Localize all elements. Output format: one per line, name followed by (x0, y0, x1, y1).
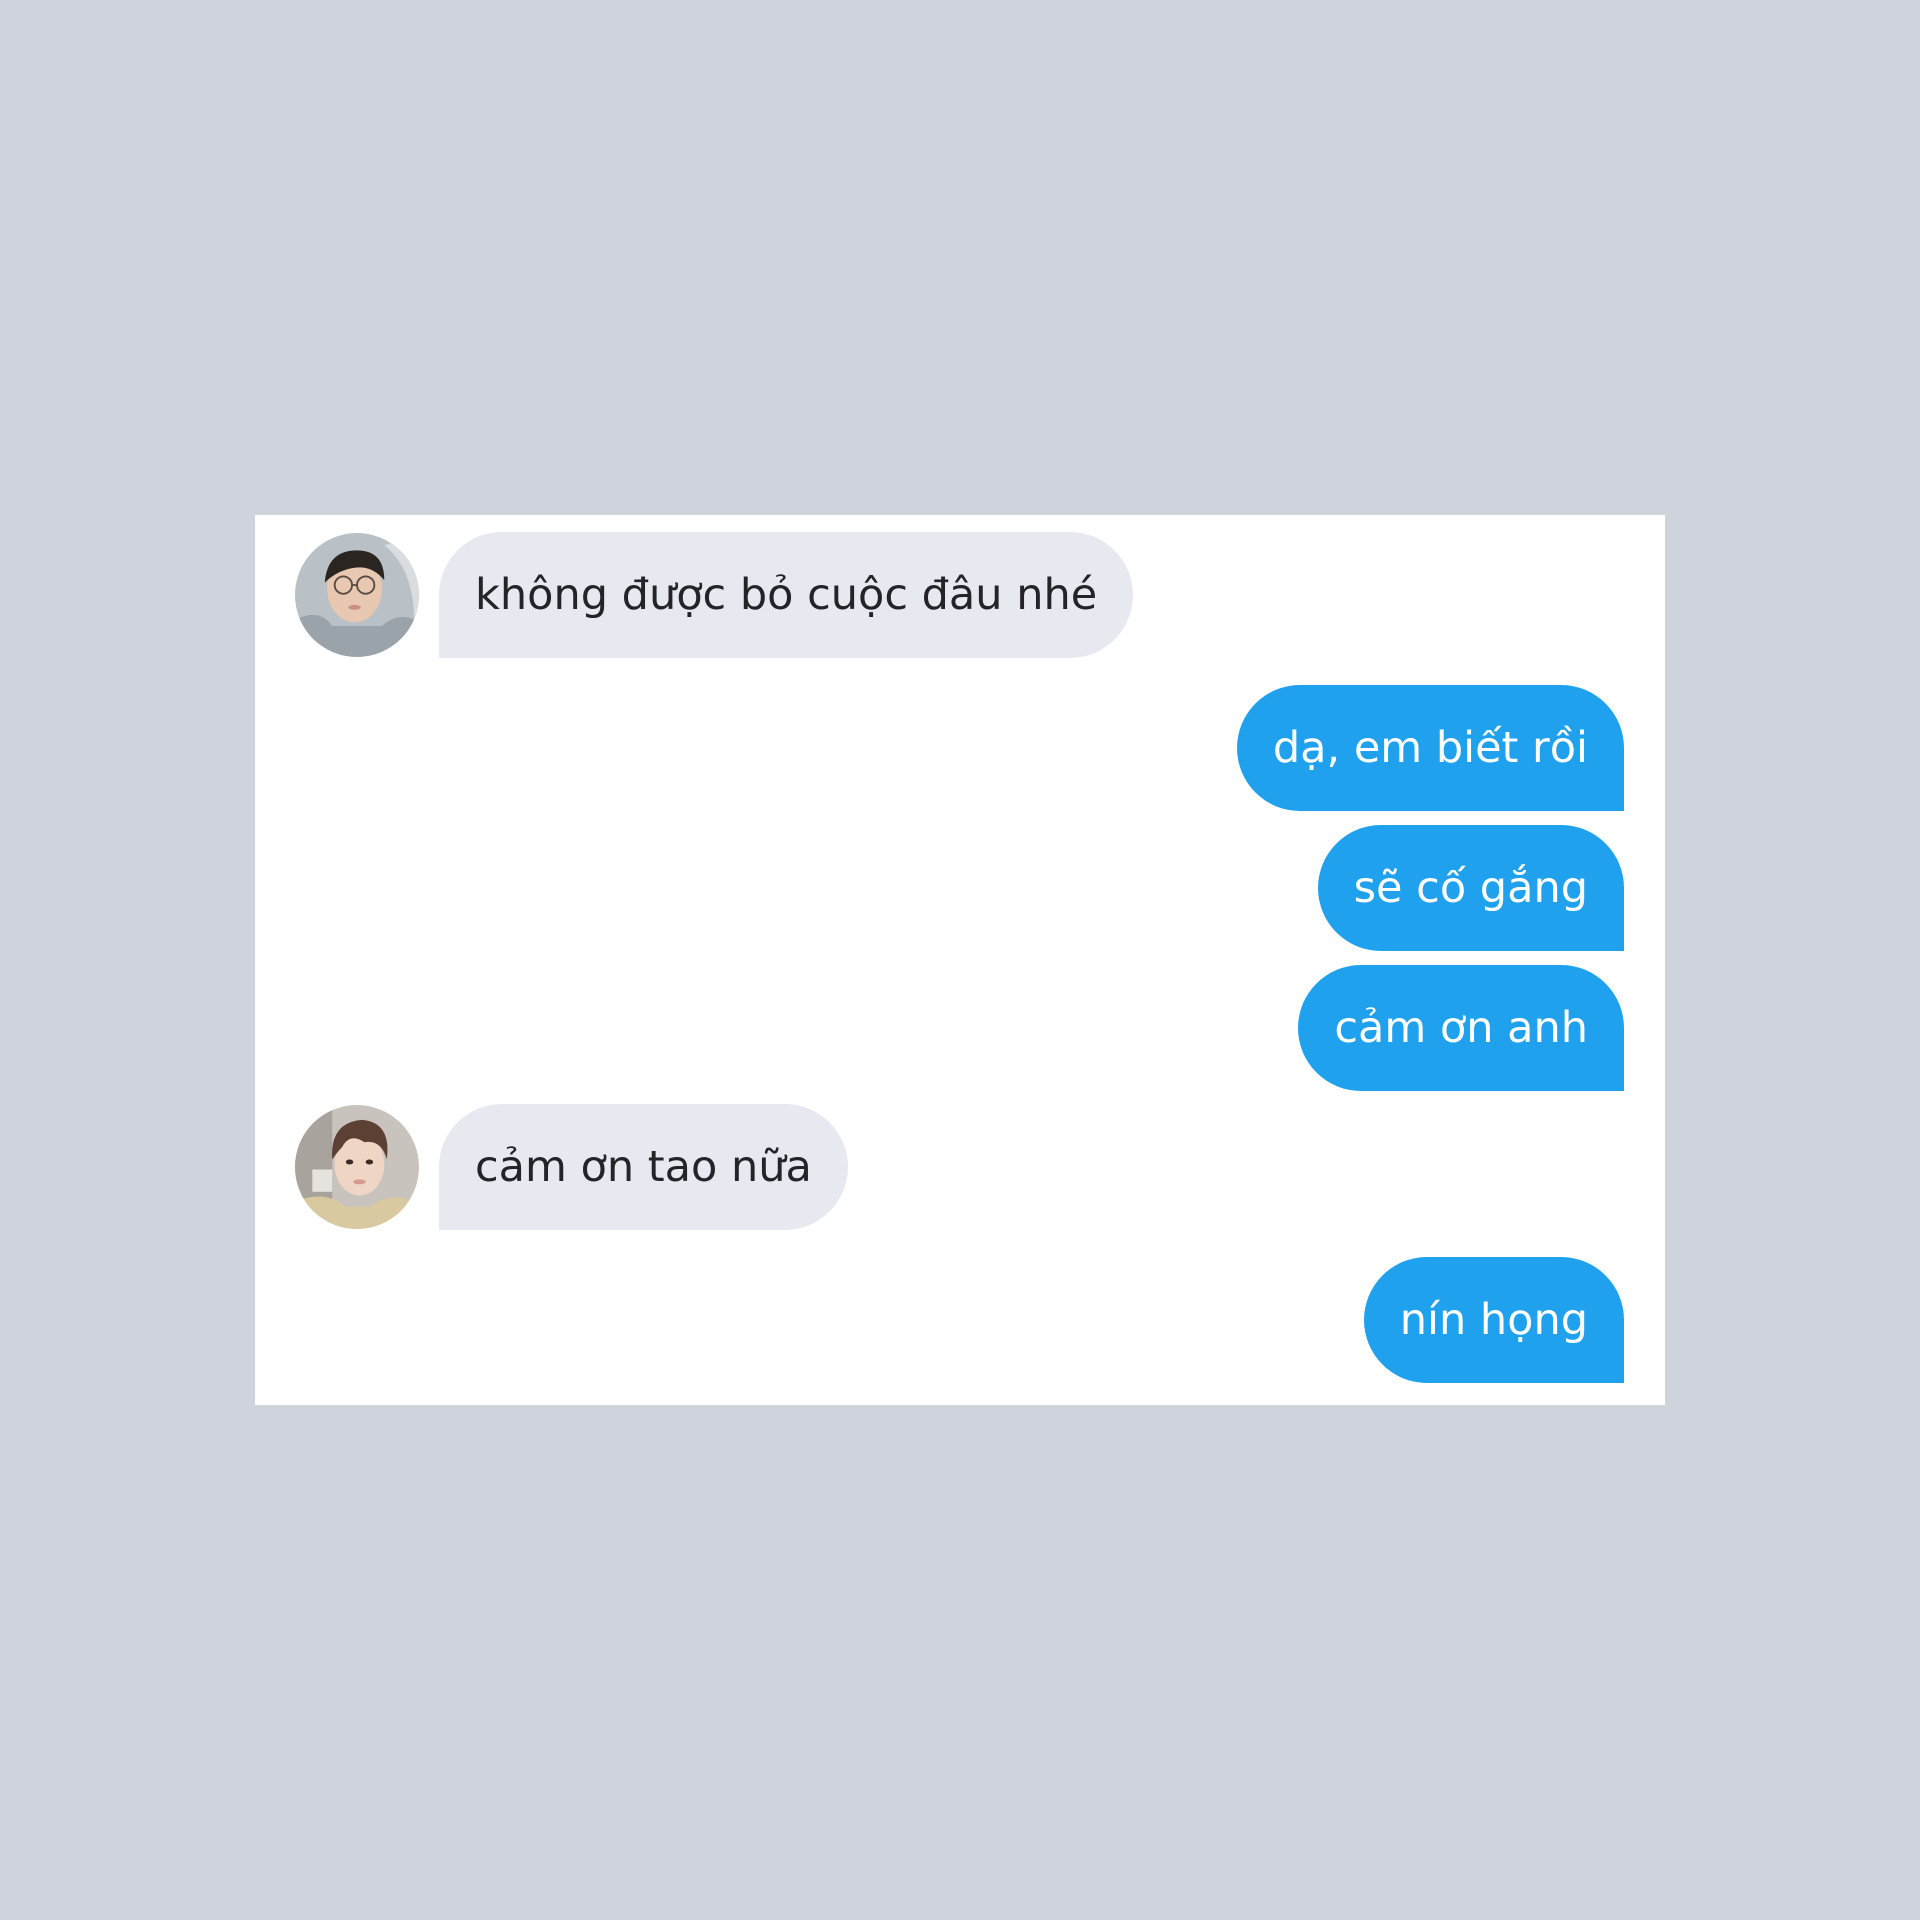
incoming-message-bubble[interactable]: cảm ơn tao nữa (439, 1104, 848, 1230)
message-text: cảm ơn tao nữa (475, 1142, 812, 1192)
outgoing-message-bubble[interactable]: cảm ơn anh (1298, 965, 1624, 1091)
message-row-outgoing: sẽ cố gắng (255, 825, 1665, 951)
message-row-incoming: cảm ơn tao nữa (255, 1104, 1665, 1230)
incoming-message-bubble[interactable]: không được bỏ cuộc đâu nhé (439, 532, 1134, 658)
avatar-image (295, 533, 419, 657)
message-row-outgoing: dạ, em biết rồi (255, 685, 1665, 811)
message-text: cảm ơn anh (1334, 1003, 1588, 1053)
chat-card: không được bỏ cuộc đâu nhé dạ, em biết r… (255, 515, 1665, 1405)
avatar-glasses-icon[interactable] (295, 533, 419, 657)
outgoing-message-bubble[interactable]: nín họng (1363, 1257, 1624, 1383)
outgoing-message-bubble[interactable]: sẽ cố gắng (1317, 825, 1624, 951)
outgoing-message-bubble[interactable]: dạ, em biết rồi (1236, 685, 1624, 811)
message-row-outgoing: cảm ơn anh (255, 965, 1665, 1091)
avatar-image (295, 1105, 419, 1229)
message-text: không được bỏ cuộc đâu nhé (475, 570, 1098, 620)
message-text: sẽ cố gắng (1353, 863, 1588, 913)
message-row-outgoing: nín họng (255, 1257, 1665, 1383)
message-row-incoming: không được bỏ cuộc đâu nhé (255, 532, 1665, 658)
message-text: dạ, em biết rồi (1272, 723, 1588, 773)
avatar-icon[interactable] (295, 1105, 419, 1229)
message-text: nín họng (1399, 1295, 1588, 1345)
